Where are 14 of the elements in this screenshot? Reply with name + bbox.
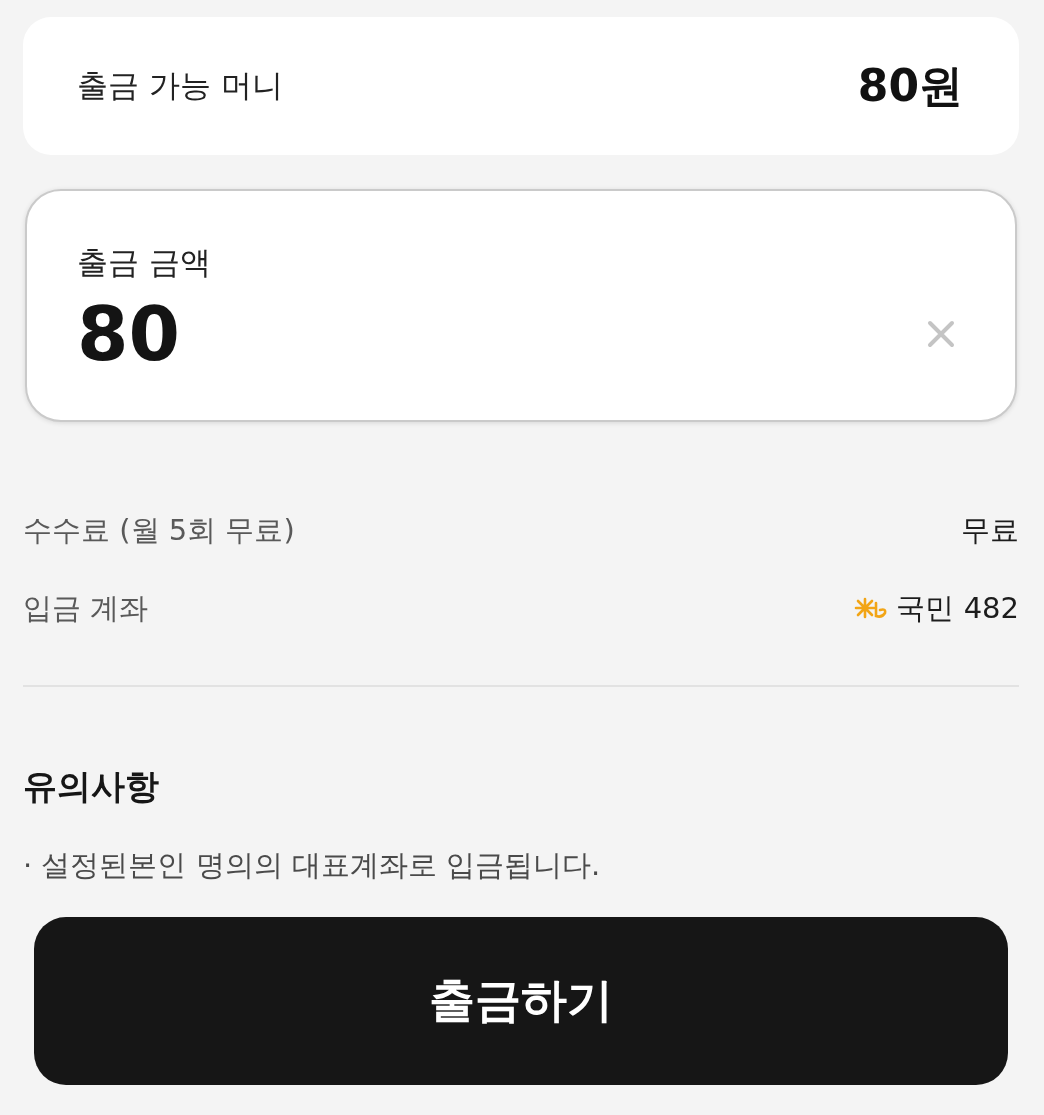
- balance-label: 출금 가능 머니: [77, 66, 283, 105]
- amount-value[interactable]: 80: [77, 291, 180, 377]
- amount-label: 출금 금액: [77, 243, 211, 282]
- close-icon: [927, 320, 955, 348]
- detail-label: 수수료 (월 5회 무료): [23, 512, 295, 549]
- detail-label: 입금 계좌: [23, 590, 149, 627]
- notice-title: 유의사항: [23, 765, 160, 808]
- withdraw-button[interactable]: 출금하기: [34, 917, 1008, 1085]
- balance-value: 80원: [857, 58, 963, 113]
- notice-text: · 설정된본인 명의의 대표계좌로 입금됩니다.: [23, 847, 602, 884]
- amount-field[interactable]: 출금 금액 80: [25, 189, 1017, 422]
- fee-value: 무료: [961, 512, 1019, 549]
- bank-logo-icon: [854, 597, 889, 621]
- account-value: 국민 482: [896, 590, 1019, 627]
